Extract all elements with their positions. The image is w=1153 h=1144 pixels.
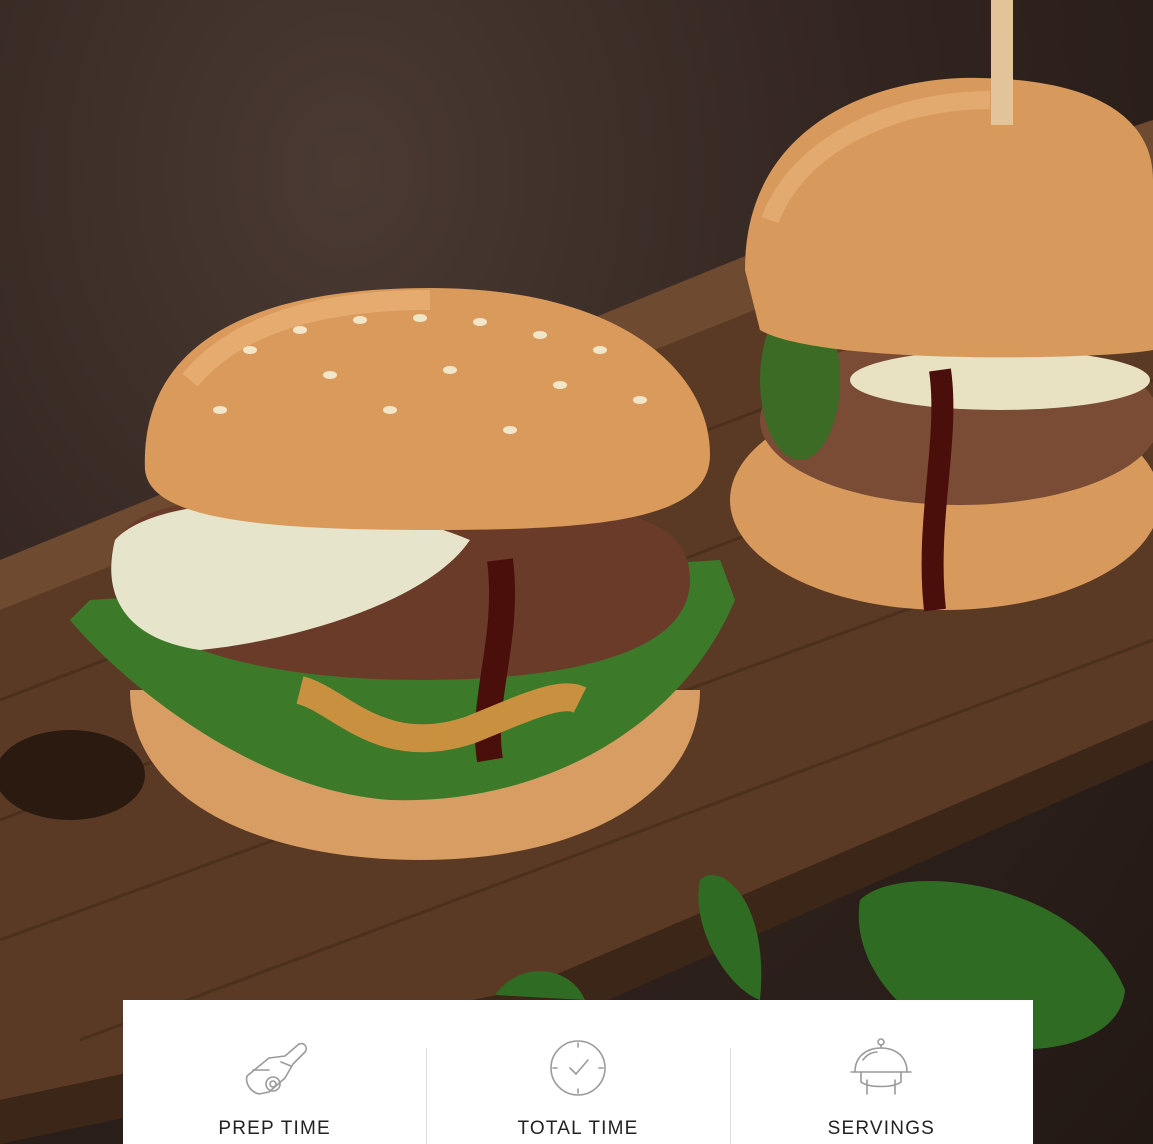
knife-cutting-board-icon xyxy=(245,1042,307,1095)
prep-time-stat: PREP TIME xyxy=(123,1000,426,1144)
board-handle-hole xyxy=(0,730,145,820)
servings-label: SERVINGS xyxy=(827,1118,936,1139)
prep-time-label: PREP TIME xyxy=(218,1118,331,1139)
total-time-stat: TOTAL TIME xyxy=(426,1000,729,1144)
burger-illustration xyxy=(0,0,1153,1144)
total-time-label: TOTAL TIME xyxy=(517,1118,639,1139)
clock-icon xyxy=(550,1040,606,1096)
left-burger xyxy=(70,288,735,860)
skewer xyxy=(991,0,1013,125)
right-burger xyxy=(730,0,1153,612)
recipe-info-card: PREP TIME TOTAL TIME SERVINGS xyxy=(123,1000,1033,1144)
servings-stat: SERVINGS xyxy=(729,1000,1033,1144)
serving-cloche-icon xyxy=(850,1038,913,1095)
hero-photo xyxy=(0,0,1153,1144)
